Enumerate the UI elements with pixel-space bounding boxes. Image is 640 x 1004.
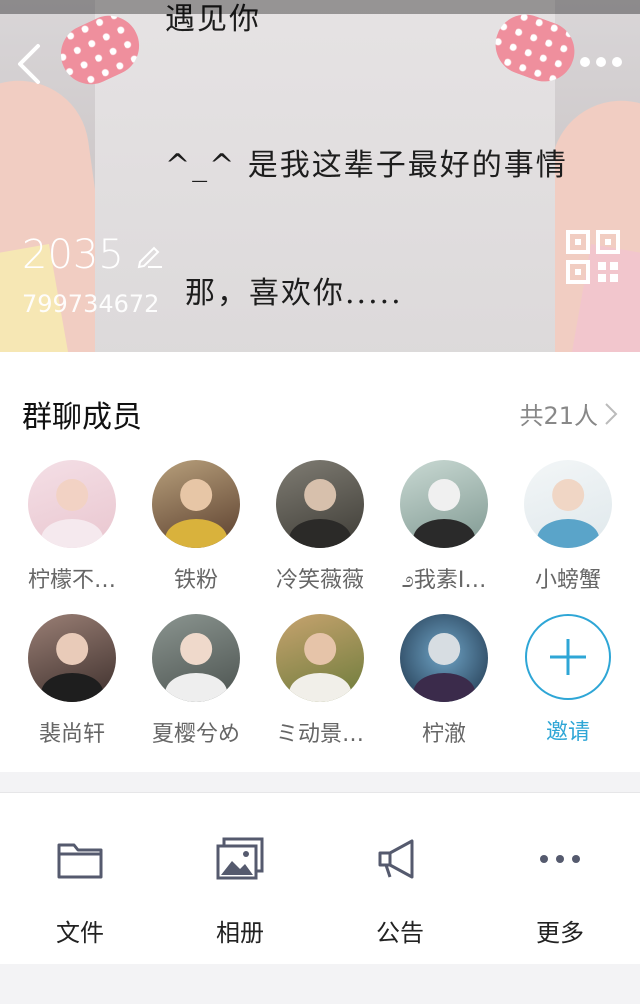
member-item[interactable]: 冷笑薇薇 — [258, 460, 382, 594]
member-name: 铁粉 — [173, 568, 218, 593]
member-name: 裴尚轩 — [38, 722, 105, 747]
more-actions-button[interactable]: 更多 — [480, 793, 640, 965]
member-avatar — [524, 460, 612, 548]
members-count-label: 共21人 — [519, 402, 598, 430]
member-item[interactable]: 小螃蟹 — [506, 460, 630, 594]
invite-button[interactable]: 邀请 — [506, 614, 630, 746]
member-item[interactable]: ミ动景… — [258, 614, 382, 748]
invite-label: 邀请 — [545, 720, 590, 745]
more-actions-label: 更多 — [536, 919, 584, 947]
member-name: 夏樱兮め — [151, 722, 240, 747]
member-name: 柠澈 — [421, 722, 466, 747]
back-arrow-icon — [18, 44, 40, 84]
member-avatar — [276, 460, 364, 548]
announcement-button[interactable]: 公告 — [320, 793, 480, 965]
members-count-link[interactable]: 共21人 — [519, 396, 618, 431]
member-item[interactable]: 柠澈 — [382, 614, 506, 748]
member-name: 小螃蟹 — [534, 568, 601, 593]
member-avatar — [276, 614, 364, 702]
group-cover-header: 遇见你 ^_^ 是我这辈子最好的事情 那，喜欢你..... 2035 79973… — [0, 0, 640, 352]
member-item[interactable]: 柠檬不… — [10, 460, 134, 594]
member-avatar — [152, 460, 240, 548]
album-button[interactable]: 相册 — [160, 793, 320, 965]
member-item[interactable]: 夏樱兮め — [134, 614, 258, 748]
pencil-icon[interactable] — [134, 240, 164, 270]
member-name: 冷笑薇薇 — [275, 568, 364, 593]
group-id: 799734672 — [22, 290, 160, 318]
album-label: 相册 — [216, 919, 264, 947]
member-item[interactable]: 铁粉 — [134, 460, 258, 594]
photo-album-icon — [216, 837, 264, 880]
folder-icon — [57, 843, 103, 879]
member-item[interactable]: 裴尚轩 — [10, 614, 134, 748]
member-avatar — [28, 614, 116, 702]
cover-handwriting-middle: ^_^ 是我这辈子最好的事情 — [165, 148, 568, 183]
megaphone-icon — [378, 839, 414, 879]
member-avatar — [152, 614, 240, 702]
member-avatar — [28, 460, 116, 548]
member-name: ೨我素I… — [401, 568, 487, 593]
more-dots-icon — [540, 855, 580, 863]
member-name: ミ动景… — [275, 722, 364, 747]
status-bar — [0, 0, 640, 14]
member-item[interactable]: ೨我素I… — [382, 460, 506, 594]
more-button[interactable] — [576, 44, 626, 80]
announcement-label: 公告 — [376, 919, 424, 947]
member-name: 柠檬不… — [27, 568, 116, 593]
chevron-right-icon — [605, 402, 618, 425]
back-button[interactable] — [12, 42, 52, 86]
group-actions-card: 文件 相册 公告 更多 — [0, 792, 640, 966]
group-name[interactable]: 2035 — [22, 232, 164, 278]
more-dots-icon — [580, 57, 622, 67]
plus-icon — [550, 639, 586, 675]
qr-code-icon — [566, 230, 620, 284]
invite-circle — [525, 614, 611, 700]
group-members-card: 群聊成员 共21人 柠檬不… 铁粉 冷笑薇薇 ೨我素I… 小螃蟹 裴尚轩 夏樱兮… — [0, 352, 640, 772]
members-title: 群聊成员 — [22, 400, 142, 435]
cover-handwriting-bottom: 那，喜欢你..... — [185, 276, 403, 311]
files-label: 文件 — [56, 919, 104, 947]
files-button[interactable]: 文件 — [0, 793, 160, 965]
group-name-text: 2035 — [22, 232, 124, 278]
member-avatar — [400, 460, 488, 548]
member-avatar — [400, 614, 488, 702]
qr-code-button[interactable] — [566, 230, 620, 284]
bottom-spacer — [0, 964, 640, 1004]
